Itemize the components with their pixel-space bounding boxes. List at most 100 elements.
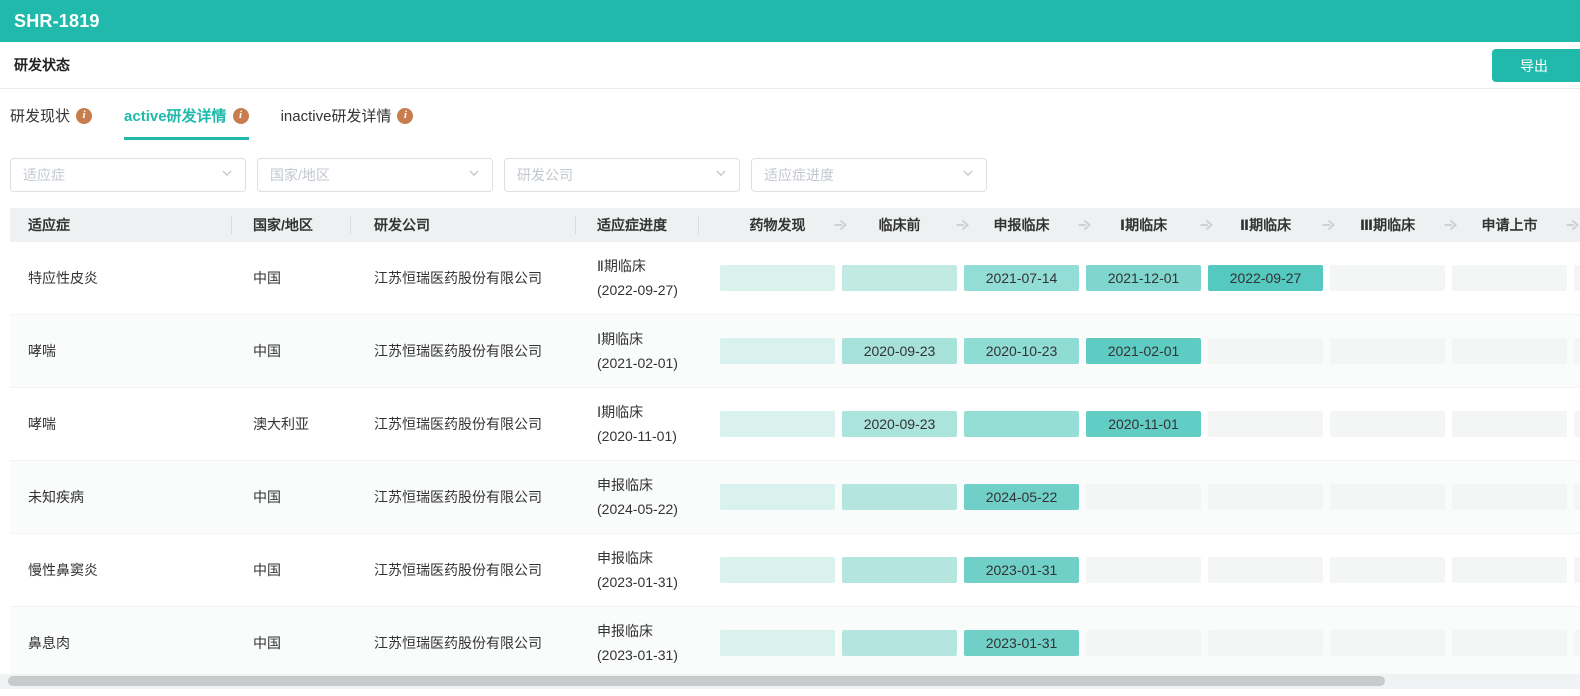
export-button[interactable]: 导出 [1492,49,1580,82]
phase-bar: 2020-09-23 [842,338,957,364]
phase-bar-empty [1574,630,1580,656]
indication-cell: 鼻息肉 [10,607,231,679]
progress-phase: 申报临床 [597,546,678,570]
phase-column-header: Ⅰ期临床 [1086,215,1201,235]
table-header-row: 适应症国家/地区研发公司适应症进度药物发现临床前申报临床Ⅰ期临床Ⅱ期临床Ⅲ期临床… [10,208,1580,242]
filter-select-0[interactable]: 适应症 [10,158,246,192]
table-row[interactable]: 鼻息肉中国江苏恒瑞医药股份有限公司申报临床(2023-01-31)2023-01… [10,607,1580,680]
region-cell: 中国 [231,607,350,679]
phase-bar: 2023-01-31 [964,630,1079,656]
phase-label: 申请上市 [1482,217,1538,233]
progress-cell: 申报临床(2024-05-22) [575,461,698,533]
progress-date: (2024-05-22) [597,497,678,521]
phase-bar-empty [1452,484,1567,510]
phase-bar: 2024-05-22 [964,484,1079,510]
region-cell: 中国 [231,242,350,314]
phase-bars: 2020-09-232020-11-01 [698,388,1580,460]
phase-column-header: 药物发现 [720,215,835,235]
phase-column-header: 申请上市 [1452,215,1567,235]
progress-cell: 申报临床(2023-01-31) [575,607,698,679]
column-header: 研发公司 [350,208,575,242]
region-cell: 中国 [231,534,350,606]
tab-active-detail[interactable]: active研发详情 i [124,105,249,140]
chevron-down-icon [221,166,233,184]
tabs: 研发现状i active研发详情 i inactive研发详情 i [0,89,1580,140]
phase-bar-empty [1086,630,1201,656]
phase-bar [720,338,835,364]
filter-select-1[interactable]: 国家/地区 [257,158,493,192]
scrollbar-track[interactable] [0,674,1580,689]
column-header: 适应症进度 [575,208,698,242]
phase-bar-empty [1208,338,1323,364]
tab-label: inactive研发详情 [281,105,392,126]
company-cell: 江苏恒瑞医药股份有限公司 [350,461,575,533]
progress-text: 申报临床(2023-01-31) [597,619,678,667]
phase-bar [842,557,957,583]
phase-label: Ⅱ期临床 [1240,217,1291,233]
phase-bar-empty [1086,484,1201,510]
filter-bar: 适应症 国家/地区研发公司 适应症进度 [10,158,1580,192]
phase-label: Ⅰ期临床 [1120,217,1167,233]
indication-cell: 哮喘 [10,388,231,460]
phase-bar-empty [1574,338,1580,364]
company-cell: 江苏恒瑞医药股份有限公司 [350,388,575,460]
phase-bar-empty [1574,265,1580,291]
indication-cell: 未知疾病 [10,461,231,533]
phase-bar-empty [1208,484,1323,510]
phase-bar-empty [1574,484,1580,510]
phase-bar [720,484,835,510]
phase-label: Ⅲ期临床 [1360,217,1415,233]
filter-select-3[interactable]: 适应症进度 [751,158,987,192]
phase-bar-empty [1330,265,1445,291]
table-row[interactable]: 未知疾病中国江苏恒瑞医药股份有限公司申报临床(2024-05-22) 2024-0… [10,461,1580,534]
progress-phase: Ⅱ期临床 [597,254,678,278]
phase-label: 临床前 [879,217,921,233]
progress-text: Ⅰ期临床(2020-11-01) [597,400,677,448]
progress-cell: Ⅱ期临床(2022-09-27) [575,242,698,314]
progress-phase: Ⅰ期临床 [597,400,677,424]
column-header: 适应症 [10,208,231,242]
phase-bar-empty [1208,411,1323,437]
info-icon[interactable]: i [76,108,92,124]
phase-bar [720,411,835,437]
progress-cell: 申报临床(2023-01-31) [575,534,698,606]
region-cell: 中国 [231,461,350,533]
table-row[interactable]: 哮喘澳大利亚江苏恒瑞医药股份有限公司Ⅰ期临床(2020-11-01)2020-0… [10,388,1580,461]
info-icon[interactable]: i [397,108,413,124]
phase-bars: 2021-07-142021-12-012022-09-27 [698,242,1580,314]
progress-cell: Ⅰ期临床(2021-02-01) [575,315,698,387]
region-cell: 中国 [231,315,350,387]
table-row[interactable]: 哮喘中国江苏恒瑞医药股份有限公司Ⅰ期临床(2021-02-01) 2020-09-… [10,315,1580,388]
progress-date: (2022-09-27) [597,278,678,302]
filter-placeholder: 适应症 [23,165,65,185]
phase-bar [720,630,835,656]
phase-bar: 2020-11-01 [1086,411,1201,437]
phase-bar-empty [1452,338,1567,364]
company-cell: 江苏恒瑞医药股份有限公司 [350,315,575,387]
indication-cell: 哮喘 [10,315,231,387]
phase-bar-empty [1208,630,1323,656]
table-row[interactable]: 特应性皮炎中国江苏恒瑞医药股份有限公司Ⅱ期临床(2022-09-27)2021-… [10,242,1580,315]
phase-column-header: 申报临床 [964,215,1079,235]
chevron-down-icon [962,166,974,184]
progress-phase: Ⅰ期临床 [597,327,678,351]
page-title: SHR-1819 [14,11,100,32]
tab-label: active研发详情 [124,105,227,126]
phase-label: 药物发现 [750,217,806,233]
progress-phase: 申报临床 [597,619,678,643]
table-row[interactable]: 慢性鼻窦炎中国江苏恒瑞医药股份有限公司申报临床(2023-01-31)2023-… [10,534,1580,607]
phase-bar: 2023-01-31 [964,557,1079,583]
info-icon[interactable]: i [233,108,249,124]
filter-placeholder: 适应症进度 [764,165,834,185]
filter-select-2[interactable]: 研发公司 [504,158,740,192]
tab-rd-status[interactable]: 研发现状i [10,105,92,140]
phase-bars: 2023-01-31 [698,607,1580,679]
phase-bar-empty [1330,557,1445,583]
chevron-down-icon [715,166,727,184]
tab-inactive-detail[interactable]: inactive研发详情 i [281,105,414,140]
progress-cell: Ⅰ期临床(2020-11-01) [575,388,698,460]
scrollbar-thumb[interactable] [8,676,1385,686]
phase-bar-empty [1330,484,1445,510]
phase-bar-empty [1452,557,1567,583]
phase-bars: 2023-01-31 [698,534,1580,606]
